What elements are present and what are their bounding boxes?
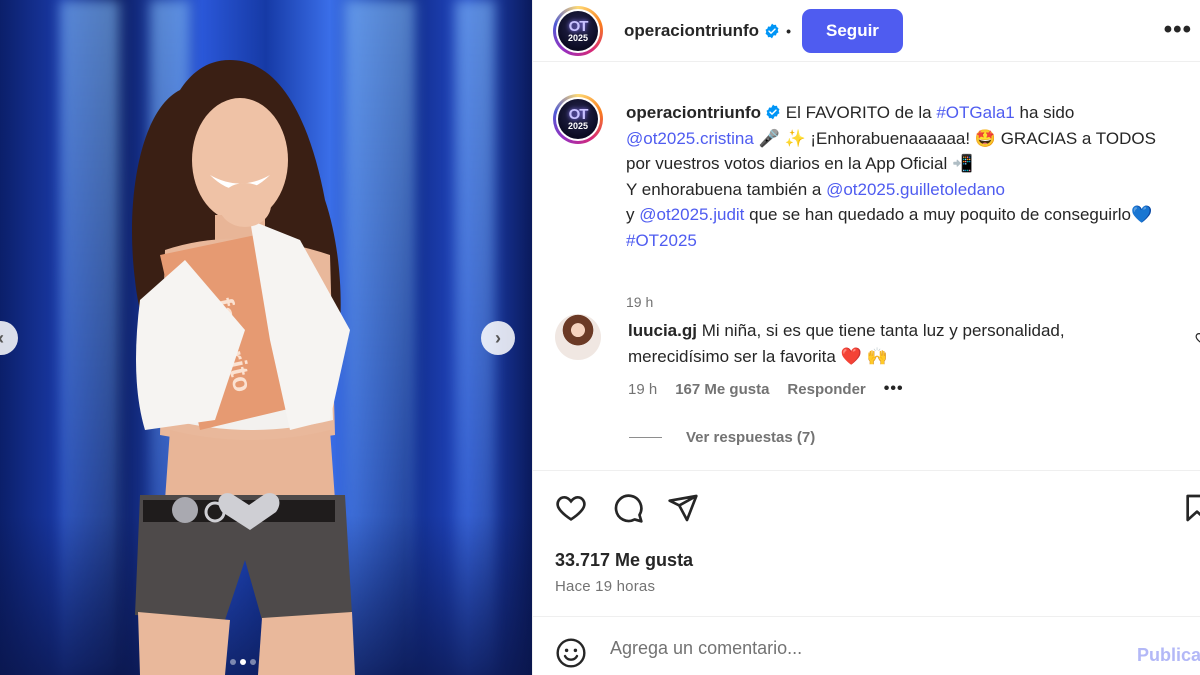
comments-area[interactable]: OT 2025 operaciontriunfo El FAVORITO de … [533,62,1200,471]
comment-input[interactable] [610,631,1110,665]
caption-author-avatar[interactable]: OT 2025 [553,94,603,144]
reply-button[interactable]: Responder [787,381,865,398]
comment-timestamp: 19 h [628,380,658,398]
comment-composer: Publicar [533,616,1200,675]
comment-text: luucia.gj Mi niña, si es que tiene tanta… [628,318,1148,369]
action-bar [553,488,1200,528]
follow-button[interactable]: Seguir [801,8,903,53]
post-side-panel: OT 2025 operaciontriunfo • Seguir ••• OT… [532,0,1200,675]
caption-link[interactable]: @ot2025.judit [639,205,744,224]
publish-button[interactable]: Publicar [1137,645,1200,666]
save-bookmark-icon[interactable] [1181,492,1200,524]
caption-link[interactable]: #OTGala1 [936,103,1014,122]
verified-badge-icon [765,23,779,38]
verified-badge-icon [766,104,780,120]
post-image[interactable]: favorito ‹ › [0,0,532,675]
view-replies-label: Ver respuestas (7) [686,429,816,446]
caption-link[interactable]: @ot2025.cristina [626,129,754,148]
comment-bubble-icon[interactable] [612,492,644,524]
comment-like-count[interactable]: 167 Me gusta [675,381,769,398]
comment-heart-icon[interactable] [1195,331,1200,345]
carousel-indicator [230,659,256,665]
author-avatar[interactable]: OT 2025 [553,5,603,56]
caption-username[interactable]: operaciontriunfo [626,103,761,122]
commenter-avatar[interactable] [555,314,601,360]
next-image-button[interactable]: › [481,321,515,355]
caption-text-fragment: Y enhorabuena también a [626,179,827,199]
like-heart-icon[interactable] [555,492,587,524]
caption-link[interactable]: @ot2025.guilletoledano [826,180,1005,199]
replies-divider [629,437,662,438]
post-date: Hace 19 horas [555,578,656,595]
author-username[interactable]: operaciontriunfo [624,21,759,41]
like-count[interactable]: 33.717 Me gusta [555,550,693,571]
ot-logo-icon: OT 2025 [558,10,598,51]
caption-text: operaciontriunfo El FAVORITO de la #OTGa… [626,100,1166,253]
carousel-dot [250,659,256,665]
emoji-icon[interactable] [555,637,587,669]
caption-text-fragment: y [626,205,640,224]
share-send-icon[interactable] [667,492,699,524]
caption-timestamp: 19 h [626,294,654,310]
comment-meta: 19 h 167 Me gusta Responder ••• [628,380,904,398]
ot-logo-icon: OT 2025 [558,99,598,139]
post-header: OT 2025 operaciontriunfo • Seguir ••• [533,0,1200,62]
caption-link[interactable]: #OT2025 [626,231,697,250]
comment-more-icon[interactable]: ••• [884,380,904,398]
more-options-icon[interactable]: ••• [1164,16,1192,44]
commenter-username[interactable]: luucia.gj [628,321,697,340]
caption-text-fragment: ha sido [1014,103,1075,122]
carousel-dot [230,659,236,665]
view-replies-button[interactable]: Ver respuestas (7) [629,429,815,446]
caption-segments: El FAVORITO de la #OTGala1 ha sido @ot20… [626,103,1156,250]
contestant-figure: favorito [132,60,355,675]
header-separator: • [786,22,791,39]
caption-text-fragment: El FAVORITO de la [781,103,937,122]
carousel-dot-active [240,659,246,665]
caption-text-fragment: que se han quedado a muy poquito de cons… [744,205,1153,224]
